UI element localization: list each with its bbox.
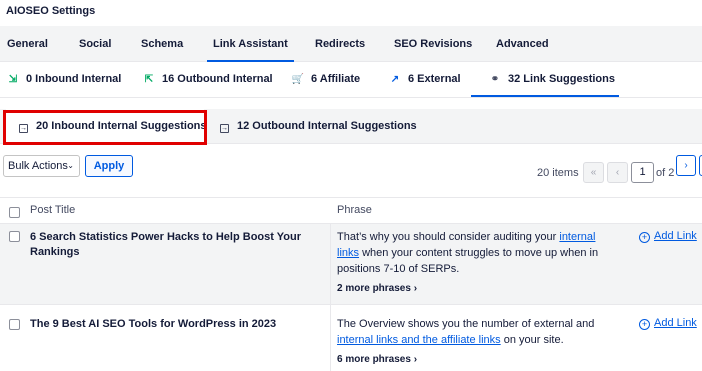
suggestions-table: Post Title Phrase 6 Search Statistics Po… [0,197,702,371]
cart-icon: 🛒 [291,74,305,85]
chain-link-icon: ⚭ [490,74,500,85]
plus-circle-icon: + [639,232,650,243]
row-checkbox[interactable] [9,231,20,242]
tab-outbound-internal[interactable]: ⇱ 16 Outbound Internal [142,62,273,97]
tab-seo-revisions[interactable]: SEO Revisions [394,26,472,62]
tab-inbound-suggestions[interactable]: → 20 Inbound Internal Suggestions [6,109,207,144]
next-page-button[interactable]: › [676,155,696,176]
tab-inbound-suggestions-label: 20 Inbound Internal Suggestions [36,120,207,132]
row-checkbox[interactable] [9,319,20,330]
table-row: 6 Search Statistics Power Hacks to Help … [0,223,702,305]
tab-social[interactable]: Social [79,26,111,62]
phrase-text: That’s why you should consider auditing … [337,231,599,275]
tab-link-suggestions-label: 32 Link Suggestions [508,73,615,85]
suggestion-tab-bar: → 20 Inbound Internal Suggestions → 12 Out… [0,109,702,144]
more-phrases-toggle[interactable]: 2 more phrases › [337,283,417,294]
prev-page-button[interactable]: ‹ [607,162,628,183]
page-total: of 2 [656,167,675,179]
tab-affiliate-label: 6 Affiliate [311,73,361,85]
tab-link-suggestions[interactable]: ⚭ 32 Link Suggestions [471,62,619,97]
current-page-input[interactable]: 1 [631,162,654,183]
tab-outbound-suggestions-label: 12 Outbound Internal Suggestions [237,120,417,132]
apply-button[interactable]: Apply [85,155,133,177]
add-link-button[interactable]: + Add Link [639,230,697,243]
post-title[interactable]: The 9 Best AI SEO Tools for WordPress in… [30,317,320,332]
tab-inbound-internal-label: 0 Inbound Internal [26,73,122,85]
more-phrases-toggle[interactable]: 6 more phrases › [337,354,417,365]
col-phrase: Phrase [337,204,372,216]
chevron-right-icon: › [413,283,418,294]
tab-outbound-suggestions[interactable]: → 12 Outbound Internal Suggestions [220,109,417,144]
post-title[interactable]: 6 Search Statistics Power Hacks to Help … [30,230,320,260]
chevron-right-icon: › [684,160,688,171]
tab-external[interactable]: ↗ 6 External [388,62,461,97]
double-chevron-left-icon: « [590,167,597,178]
external-link-icon: ↗ [390,74,400,85]
tab-outbound-internal-label: 16 Outbound Internal [162,73,273,85]
inbound-box-icon: → [19,124,28,133]
chevron-right-icon: › [413,354,418,365]
main-tab-bar: General Social Schema Link Assistant Red… [0,26,702,62]
bulk-actions-label: Bulk Actions [8,160,68,172]
add-link-button[interactable]: + Add Link [639,317,697,330]
first-page-button[interactable]: « [583,162,604,183]
table-row: The 9 Best AI SEO Tools for WordPress in… [0,304,702,371]
tab-schema[interactable]: Schema [141,26,183,62]
tab-general[interactable]: General [7,26,48,62]
col-post-title: Post Title [30,204,76,216]
tab-external-label: 6 External [408,73,461,85]
select-all-checkbox[interactable] [9,207,20,218]
tab-inbound-internal[interactable]: ⇲ 0 Inbound Internal [6,62,122,97]
chevron-down-icon: ⌄ [67,161,74,170]
phrase-text: The Overview shows you the number of ext… [337,318,595,346]
inbound-arrow-icon: ⇲ [8,74,18,85]
link-tab-bar: ⇲ 0 Inbound Internal ⇱ 16 Outbound Interna… [0,62,702,98]
outbound-box-icon: → [220,124,229,133]
tab-affiliate[interactable]: 🛒 6 Affiliate [291,62,360,97]
items-count: 20 items [537,167,579,179]
tab-link-assistant[interactable]: Link Assistant [207,26,294,62]
tab-redirects[interactable]: Redirects [315,26,365,62]
bulk-actions-select[interactable]: Bulk Actions ⌄ [3,155,80,177]
plus-circle-icon: + [639,319,650,330]
chevron-left-icon: ‹ [615,167,620,178]
settings-title: AIOSEO Settings [0,0,702,26]
tab-advanced[interactable]: Advanced [496,26,549,62]
phrase-link[interactable]: internal links and the affiliate links [337,334,501,346]
outbound-arrow-icon: ⇱ [144,74,154,85]
